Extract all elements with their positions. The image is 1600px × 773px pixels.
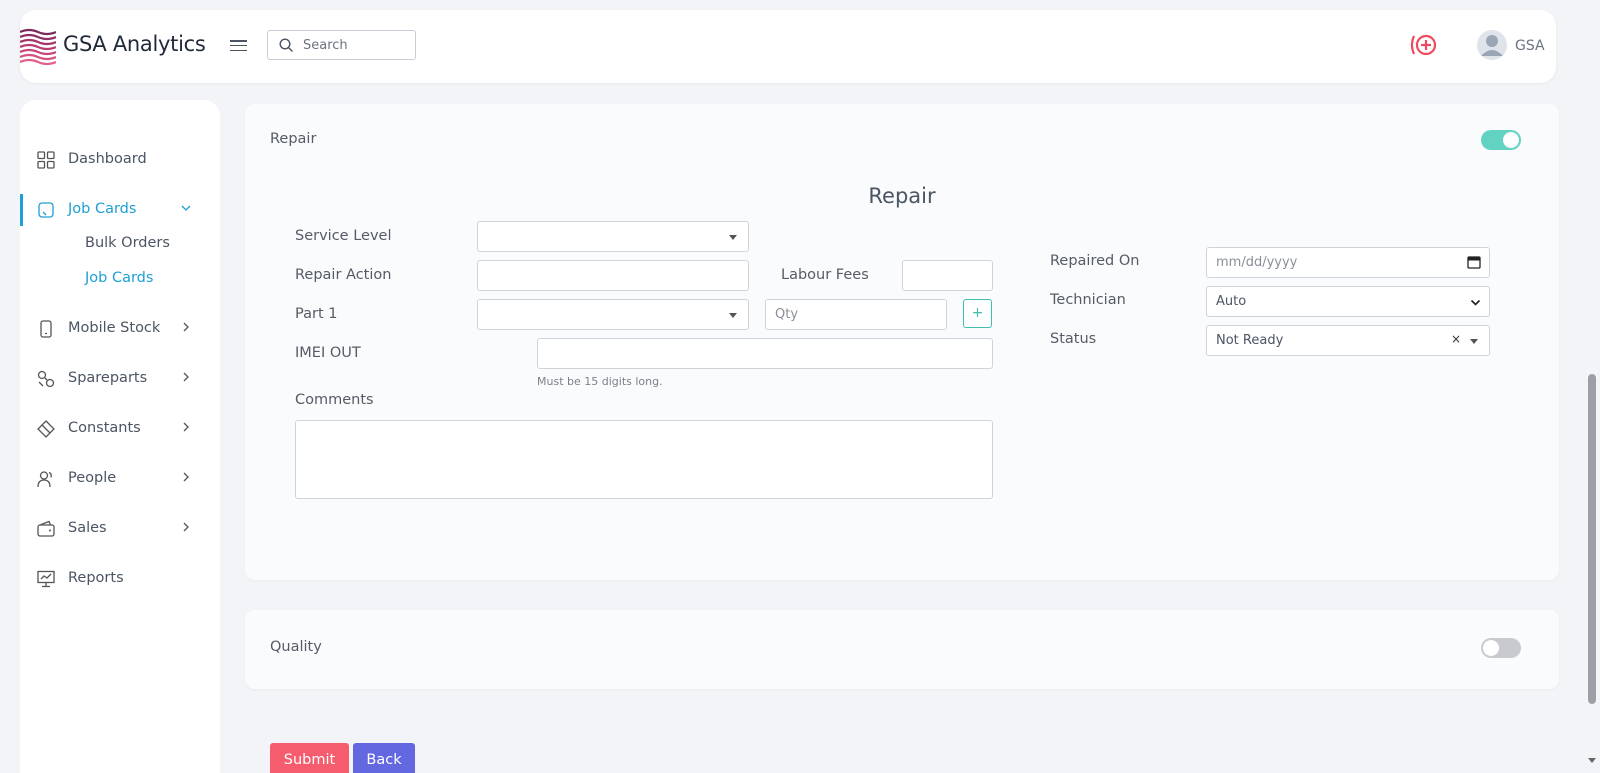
sidebar: Dashboard Job Cards Bulk Orders Job Card…: [20, 100, 220, 773]
section-heading: Repair: [868, 184, 936, 208]
chevron-right-icon: [183, 522, 189, 532]
sidebar-item-sales[interactable]: Sales: [20, 513, 220, 545]
sidebar-item-label: Mobile Stock: [68, 320, 161, 336]
comments-label: Comments: [295, 392, 374, 408]
repaired-on-label: Repaired On: [1050, 253, 1140, 269]
sidebar-item-constants[interactable]: Constants: [20, 413, 220, 445]
repair-toggle[interactable]: [1481, 130, 1521, 150]
repair-panel: Repair Repair Service Level Repair Actio…: [245, 104, 1559, 580]
chevron-down-icon: [181, 205, 191, 211]
search-icon: [279, 38, 293, 52]
repaired-on-field[interactable]: [1207, 248, 1489, 277]
top-bar: GSA Analytics GSA: [20, 10, 1556, 83]
chevron-right-icon: [183, 322, 189, 332]
quality-panel: Quality: [245, 610, 1559, 689]
labour-fees-label: Labour Fees: [781, 267, 869, 283]
spareparts-icon: [37, 370, 55, 388]
presentation-icon: [37, 570, 55, 588]
grid-icon: [37, 151, 55, 169]
service-level-select[interactable]: [477, 221, 749, 252]
chevron-right-icon: [183, 472, 189, 482]
sidebar-item-label: Dashboard: [68, 151, 147, 167]
imei-out-field[interactable]: [538, 339, 992, 368]
chevron-down-icon: [1470, 299, 1481, 306]
submit-button[interactable]: Submit: [270, 743, 349, 773]
comments-textarea[interactable]: [295, 420, 993, 499]
status-label: Status: [1050, 331, 1097, 347]
diamond-icon: [37, 420, 55, 438]
brand-name: GSA Analytics: [63, 32, 206, 56]
sidebar-item-spareparts[interactable]: Spareparts: [20, 363, 220, 395]
imei-hint: Must be 15 digits long.: [537, 375, 663, 388]
calendar-icon[interactable]: [1467, 255, 1481, 269]
sidebar-item-label: Sales: [68, 520, 107, 536]
sidebar-item-people[interactable]: People: [20, 463, 220, 495]
repair-action-input[interactable]: [477, 260, 749, 291]
chevron-right-icon: [183, 422, 189, 432]
add-part-button[interactable]: +: [963, 299, 992, 328]
sidebar-item-label: People: [68, 470, 117, 486]
mobile-icon: [40, 320, 52, 338]
status-value: Not Ready: [1216, 333, 1284, 348]
qty-field[interactable]: [766, 300, 946, 329]
sidebar-item-label: Spareparts: [68, 370, 148, 386]
add-alert-icon[interactable]: [1409, 33, 1439, 57]
scroll-down-icon[interactable]: [1588, 758, 1596, 763]
sidebar-item-reports[interactable]: Reports: [20, 563, 220, 595]
panel-title: Quality: [270, 639, 322, 655]
imei-out-input[interactable]: [537, 338, 993, 369]
repaired-on-date-input[interactable]: [1206, 247, 1490, 278]
part1-label: Part 1: [295, 306, 338, 322]
service-level-label: Service Level: [295, 228, 392, 244]
card-icon: [38, 202, 54, 218]
comments-field[interactable]: [296, 421, 992, 498]
repair-action-label: Repair Action: [295, 267, 392, 283]
user-name[interactable]: GSA: [1515, 38, 1545, 54]
repair-action-field[interactable]: [478, 261, 748, 290]
sidebar-item-label: Constants: [68, 420, 141, 436]
sidebar-item-dashboard[interactable]: Dashboard: [20, 144, 220, 176]
wallet-icon: [37, 520, 55, 537]
labour-fees-input[interactable]: [902, 260, 993, 291]
technician-label: Technician: [1050, 292, 1126, 308]
search-box[interactable]: [267, 30, 416, 60]
sidebar-item-label: Reports: [68, 570, 124, 586]
caret-down-icon: [729, 313, 737, 318]
technician-value: Auto: [1216, 294, 1247, 309]
caret-down-icon: [729, 235, 737, 240]
avatar-icon[interactable]: [1477, 30, 1507, 60]
brand-logo-icon: [20, 28, 56, 65]
menu-toggle-icon[interactable]: [230, 40, 247, 52]
clear-icon[interactable]: ×: [1451, 332, 1461, 346]
qty-input[interactable]: [765, 299, 947, 330]
technician-select[interactable]: Auto: [1206, 286, 1490, 317]
quality-toggle[interactable]: [1481, 638, 1521, 658]
sidebar-item-mobile-stock[interactable]: Mobile Stock: [20, 313, 220, 345]
sidebar-item-label: Job Cards: [68, 201, 137, 217]
scrollbar-thumb[interactable]: [1588, 374, 1596, 704]
back-button[interactable]: Back: [353, 743, 415, 773]
imei-out-label: IMEI OUT: [295, 345, 361, 361]
sidebar-subitem-bulk-orders[interactable]: Bulk Orders: [85, 235, 170, 251]
sidebar-item-job-cards[interactable]: Job Cards: [20, 194, 220, 226]
labour-fees-field[interactable]: [903, 261, 992, 290]
caret-down-icon: [1470, 339, 1478, 344]
status-select[interactable]: Not Ready ×: [1206, 325, 1490, 356]
chevron-right-icon: [183, 372, 189, 382]
panel-title: Repair: [270, 131, 317, 147]
active-indicator: [20, 194, 23, 226]
search-input[interactable]: [303, 35, 408, 55]
people-icon: [37, 471, 52, 488]
part1-select[interactable]: [477, 299, 749, 330]
sidebar-subitem-job-cards[interactable]: Job Cards: [85, 270, 153, 286]
